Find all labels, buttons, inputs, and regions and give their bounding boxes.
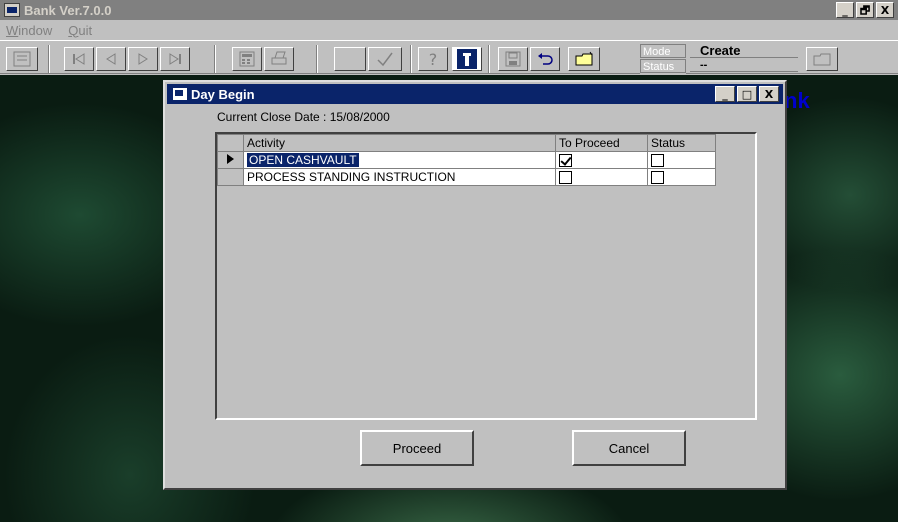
exit-icon [13,51,31,67]
toolbar: ? Mode Status Create -- [0,40,898,74]
app-window-controls: _ 🗗 X [836,2,894,18]
toolbar-separator [214,45,216,73]
open-folder-icon [575,51,593,66]
dialog-title: Day Begin [191,86,255,102]
exit-button[interactable] [6,47,38,71]
folder-icon [813,53,831,66]
confirm-button[interactable] [368,47,402,71]
undo-icon [538,53,553,65]
dialog-maximize-button[interactable]: □ [737,86,757,102]
table-row[interactable]: OPEN CASHVAULT [217,151,716,169]
minimize-button[interactable]: _ [836,2,854,18]
status-cell[interactable] [647,168,716,186]
background-bank-text: nk [784,88,810,113]
current-close-date: Current Close Date : 15/08/2000 [217,110,390,124]
close-button[interactable]: X [876,2,894,18]
app-title-bar: Bank Ver.7.0.0 _ 🗗 X [0,0,898,20]
print-icon [271,51,287,65]
previous-record-icon [106,53,116,65]
mode-status-labels: Mode Status [640,44,686,74]
check-icon [377,52,393,67]
last-record-icon [169,53,181,65]
row-selector-header [217,134,244,152]
mode-status-values: Create -- [690,44,798,74]
mode-label: Mode [640,44,686,58]
calculator-icon [239,51,255,67]
grid-header-row: Activity To Proceed Status [217,134,716,152]
calculator-button[interactable] [232,47,262,71]
toolbar-separator [48,45,50,73]
proceed-button[interactable]: Proceed [360,430,474,466]
help-icon: ? [428,49,438,69]
activity-grid[interactable]: Activity To Proceed Status OPEN CASHVAUL… [215,132,757,420]
next-record-button[interactable] [128,47,158,71]
toolbar-separator [316,45,318,73]
info-icon [457,49,477,69]
folder-button[interactable] [806,47,838,71]
dialog-title-bar[interactable]: Day Begin _ □ X [167,84,783,104]
status-checkbox[interactable] [651,171,664,185]
app-title: Bank Ver.7.0.0 [24,2,112,18]
activity-text: PROCESS STANDING INSTRUCTION [247,170,456,184]
column-header-to-proceed[interactable]: To Proceed [555,134,648,152]
first-record-button[interactable] [64,47,94,71]
menu-window[interactable]: Window [6,23,52,38]
first-record-icon [73,53,85,65]
to-proceed-checkbox[interactable] [559,154,572,168]
table-row[interactable]: PROCESS STANDING INSTRUCTION [217,168,716,186]
activity-cell[interactable]: OPEN CASHVAULT [243,151,556,169]
to-proceed-checkbox[interactable] [559,171,572,185]
save-icon [505,51,521,67]
next-record-icon [138,53,148,65]
help-button[interactable]: ? [418,47,448,71]
column-header-status[interactable]: Status [647,134,716,152]
to-proceed-cell[interactable] [555,151,648,169]
dialog-minimize-button[interactable]: _ [715,86,735,102]
row-selector[interactable] [217,151,244,169]
status-checkbox[interactable] [651,154,664,168]
app-icon [4,3,20,17]
status-cell[interactable] [647,151,716,169]
status-label: Status [640,59,686,73]
last-record-button[interactable] [160,47,190,71]
column-header-activity[interactable]: Activity [243,134,556,152]
restore-button[interactable]: 🗗 [856,2,874,18]
status-value: -- [690,58,798,72]
toolbar-separator [410,45,412,73]
save-button[interactable] [498,47,528,71]
dialog-close-button[interactable]: X [759,86,779,102]
menu-bar: Window Quit [0,20,898,40]
mode-value: Create [690,44,798,58]
info-button[interactable] [452,47,482,71]
toolbar-separator [488,45,490,73]
to-proceed-cell[interactable] [555,168,648,186]
menu-quit[interactable]: Quit [68,23,92,38]
activity-cell[interactable]: PROCESS STANDING INSTRUCTION [243,168,556,186]
blank-button[interactable] [334,47,366,71]
print-button[interactable] [264,47,294,71]
row-selector[interactable] [217,168,244,186]
activity-text: OPEN CASHVAULT [247,153,359,167]
dialog-icon [173,88,187,100]
previous-record-button[interactable] [96,47,126,71]
day-begin-dialog: Day Begin _ □ X Current Close Date : 15/… [163,80,787,490]
dialog-window-controls: _ □ X [715,86,779,102]
activity-table: Activity To Proceed Status OPEN CASHVAUL… [217,134,716,186]
undo-button[interactable] [530,47,560,71]
cancel-button[interactable]: Cancel [572,430,686,466]
current-row-indicator-icon [227,154,234,164]
open-button[interactable] [568,47,600,71]
